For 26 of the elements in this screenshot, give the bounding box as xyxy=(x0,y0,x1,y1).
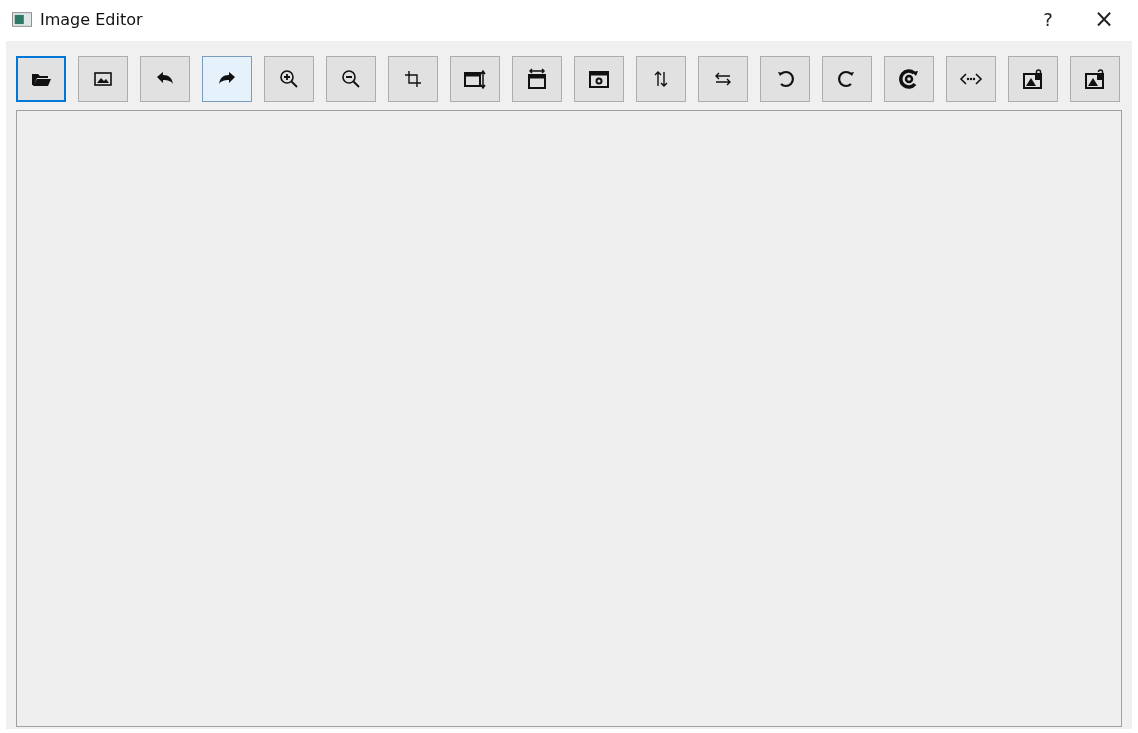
toolbar-button[interactable] xyxy=(450,56,500,102)
toolbar-button[interactable] xyxy=(326,56,376,102)
image-unlock-icon xyxy=(1083,67,1107,91)
toolbar-button[interactable] xyxy=(264,56,314,102)
rotate-gear-icon xyxy=(897,67,921,91)
toolbar-button[interactable] xyxy=(574,56,624,102)
toolbar-button[interactable] xyxy=(822,56,872,102)
toolbar-button[interactable] xyxy=(1008,56,1058,102)
toolbar-button[interactable] xyxy=(202,56,252,102)
app-icon xyxy=(12,11,32,27)
toolbar-button[interactable] xyxy=(760,56,810,102)
window-resize-icon xyxy=(525,67,549,91)
toolbar-button[interactable] xyxy=(1070,56,1120,102)
toolbar-button[interactable] xyxy=(884,56,934,102)
toolbar-button[interactable] xyxy=(140,56,190,102)
toolbar-button[interactable] xyxy=(698,56,748,102)
toolbar-button[interactable] xyxy=(388,56,438,102)
toolbar-button[interactable] xyxy=(512,56,562,102)
toolbar-button[interactable] xyxy=(78,56,128,102)
window-title: Image Editor xyxy=(40,9,143,29)
toolbar-button[interactable] xyxy=(636,56,686,102)
close-button[interactable]: × xyxy=(1076,2,1132,36)
image-lock-icon xyxy=(1021,67,1045,91)
toolbar-button[interactable] xyxy=(16,56,66,102)
help-button[interactable]: ? xyxy=(1020,2,1076,36)
window-resize-icon xyxy=(463,67,487,91)
